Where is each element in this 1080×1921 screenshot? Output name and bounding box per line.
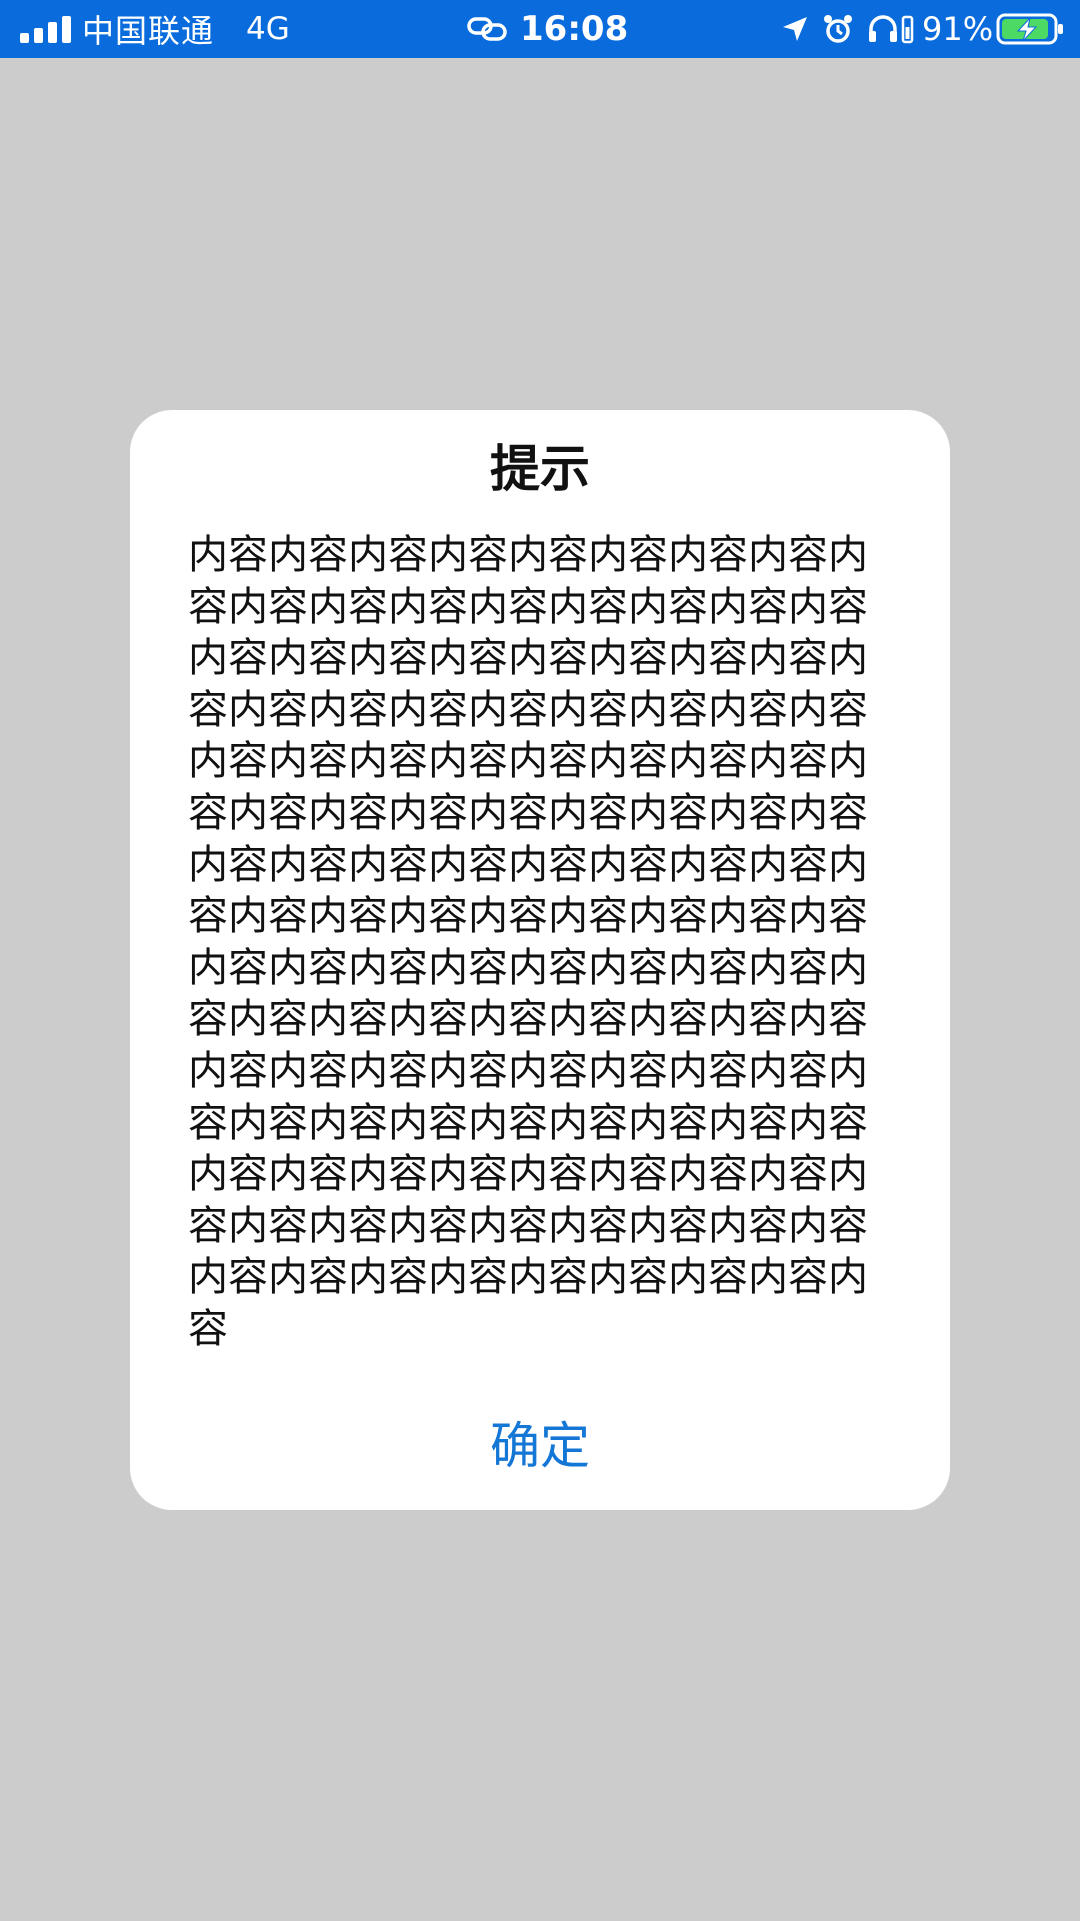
network-type: 4G [246,11,290,47]
link-icon [466,0,508,58]
headphone-icon [866,0,916,58]
location-icon [780,0,810,58]
alarm-icon [822,0,854,58]
status-bar: 中国联通 4G 16:08 91% [0,0,1080,58]
carrier-name: 中国联通 [82,12,215,50]
dialog-content: 内容内容内容内容内容内容内容内容内容内容内容内容内容内容内容内容内容内容内容内容… [188,532,868,1352]
battery-percent: 91% [922,10,994,48]
confirm-button[interactable]: 确定 [130,1396,950,1496]
battery-charging-icon [996,0,1066,58]
dialog-title: 提示 [490,440,590,498]
signal-icon [20,0,76,58]
status-time: 16:08 [520,9,629,49]
